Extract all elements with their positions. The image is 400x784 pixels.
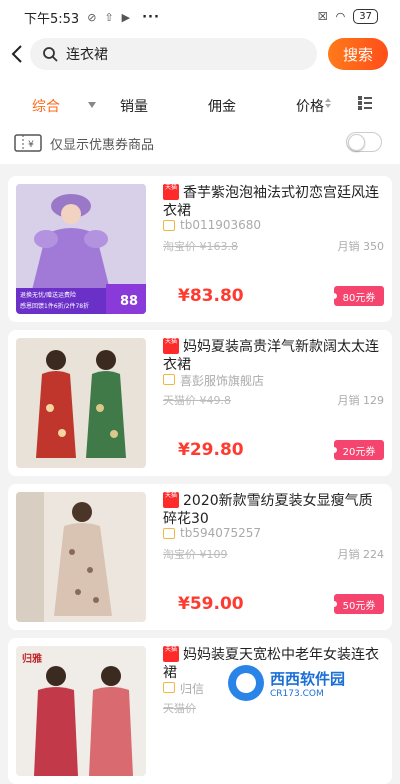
search-button[interactable]: 搜索 [328,38,388,70]
sort-tab-price[interactable]: 价格 [296,96,324,116]
final-price: ¥59.00 [178,594,244,614]
shop-name: 喜彭服饰旗舰店 [180,374,265,388]
product-title: 香芋紫泡泡袖法式初恋宫廷风连衣裙 [163,185,379,219]
list-view-icon[interactable] [358,96,372,110]
thumb-brand: 归雅 [22,654,42,665]
shop-icon [163,682,175,693]
watermark-icon [228,665,264,701]
shop-icon [163,220,175,231]
coupon-filter-toggle[interactable] [346,132,382,152]
coupon-filter-row: ¥ 仅显示优惠券商品 [0,128,400,158]
shop-name: tb011903680 [180,218,262,232]
mute-icon: ⊘ [87,10,97,24]
sim-icon: ☒ [317,10,328,23]
battery-icon: 37 [353,9,378,24]
product-image [16,492,146,622]
coupon-ticket-icon: ¥ [14,134,42,152]
shop-name: tb594075257 [180,526,262,540]
more-dots-icon: ··· [142,9,160,25]
search-icon [43,47,58,62]
monthly-sales: 月销 224 [337,548,385,561]
product-card[interactable]: 天猫 妈妈夏装高贵洋气新款阔太太连衣裙 喜彭服饰旗舰店 天猫价 ¥49.8 月销… [8,330,392,476]
product-card[interactable]: 退换无忧/赠送运费险 感恩回馈1件6折/2件78折 88 天猫 香芋紫泡泡袖法式… [8,176,392,322]
sort-tab-overall[interactable]: 综合 [32,96,60,116]
svg-text:¥: ¥ [28,140,34,150]
coupon-badge[interactable]: 50元券 [331,594,384,614]
sort-tab-commission[interactable]: 佣金 [208,96,236,116]
watermark-logo: 西西软件园 CR173.COM [222,660,392,706]
dropdown-caret-icon[interactable] [88,102,96,108]
price-sort-icon[interactable] [325,98,331,108]
coupon-filter-label: 仅显示优惠券商品 [50,137,155,153]
coupon-badge[interactable]: 80元券 [331,286,384,306]
product-title: 2020新款雪纺夏装女显瘦气质碎花30 [163,493,373,527]
thumb-price: 88 [120,294,139,309]
product-image: 归雅 [16,646,146,776]
original-price: 淘宝价 ¥163.8 [163,240,238,253]
thumb-text: 感恩回馈1件6折/2件78折 [20,303,90,310]
final-price: ¥29.80 [178,440,244,460]
search-input[interactable]: 连衣裙 [30,38,317,70]
thumb-text: 退换无忧/赠送运费险 [20,292,77,299]
back-arrow-icon[interactable] [8,40,28,68]
search-query: 连衣裙 [66,47,108,63]
status-time: 下午5:53 [24,11,80,27]
status-bar: 下午5:53 ⊘ ⇧ ▶ ··· ☒ ◠ 37 [0,0,400,34]
final-price: ¥83.80 [178,286,244,306]
play-store-icon: ▶ [121,10,131,24]
original-price: 淘宝价 ¥109 [163,548,228,561]
sort-tab-sales[interactable]: 销量 [120,96,148,116]
search-header: 连衣裙 搜索 [0,34,400,78]
monthly-sales: 月销 129 [337,394,385,407]
product-image [16,338,146,468]
coupon-badge[interactable]: 20元券 [331,440,384,460]
product-title: 妈妈夏装高贵洋气新款阔太太连衣裙 [163,339,379,373]
watermark-title: 西西软件园 [270,669,346,688]
original-price: 天猫价 ¥49.8 [163,394,231,407]
original-price: 天猫价 [163,702,196,715]
shop-icon [163,374,175,385]
monthly-sales: 月销 350 [337,240,385,253]
watermark-sub: CR173.COM [270,688,324,699]
upload-icon: ⇧ [104,10,114,24]
shop-icon [163,528,175,539]
product-image: 退换无忧/赠送运费险 感恩回馈1件6折/2件78折 88 [16,184,146,314]
wifi-icon: ◠ [335,10,346,23]
product-card[interactable]: 天猫 2020新款雪纺夏装女显瘦气质碎花30 tb594075257 淘宝价 ¥… [8,484,392,630]
shop-name: 归信 [180,682,205,696]
